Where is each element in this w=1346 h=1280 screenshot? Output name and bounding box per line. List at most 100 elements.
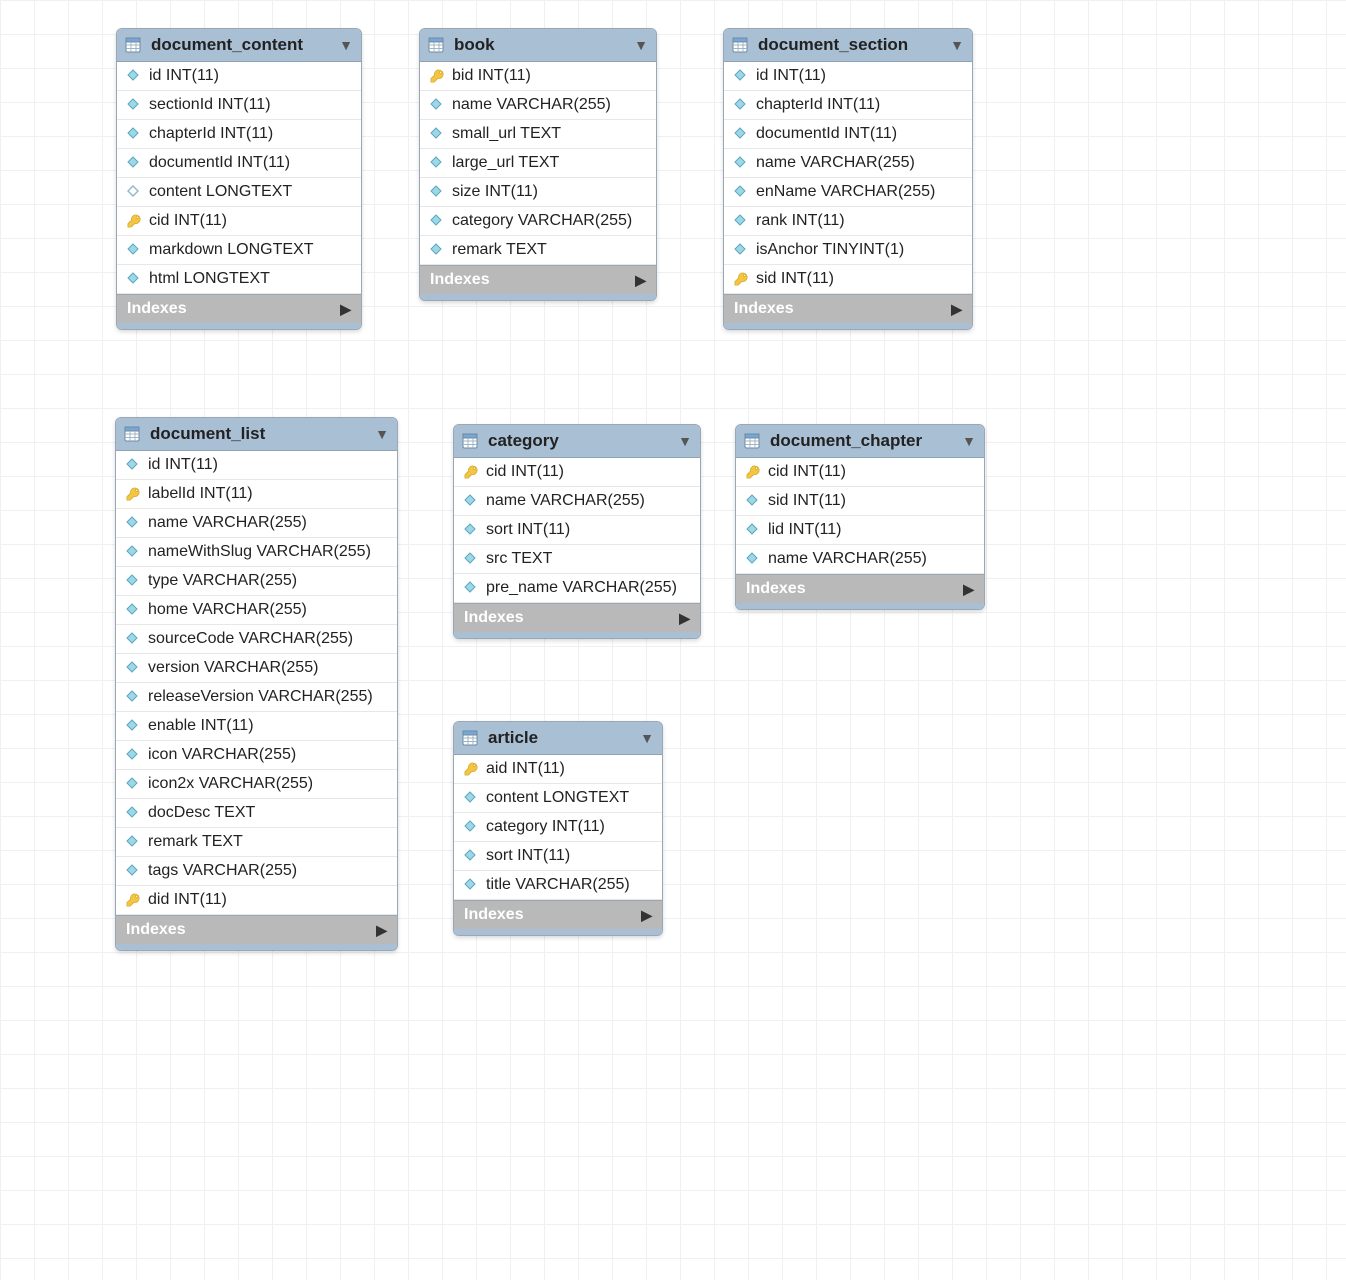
bottom-accent	[117, 323, 361, 329]
column-row[interactable]: isAnchor TINYINT(1)	[724, 236, 972, 265]
column-row[interactable]: icon2x VARCHAR(255)	[116, 770, 397, 799]
column-row[interactable]: id INT(11)	[117, 62, 361, 91]
column-row[interactable]: small_url TEXT	[420, 120, 656, 149]
column-row[interactable]: enName VARCHAR(255)	[724, 178, 972, 207]
indexes-section[interactable]: Indexes▶	[736, 574, 984, 603]
collapse-icon[interactable]: ▼	[640, 730, 654, 746]
expand-arrow-icon[interactable]: ▶	[376, 922, 387, 939]
column-row[interactable]: sid INT(11)	[736, 487, 984, 516]
indexes-section[interactable]: Indexes▶	[724, 294, 972, 323]
column-row[interactable]: releaseVersion VARCHAR(255)	[116, 683, 397, 712]
column-row[interactable]: title VARCHAR(255)	[454, 871, 662, 900]
column-row[interactable]: documentId INT(11)	[117, 149, 361, 178]
diamond-icon	[430, 214, 444, 228]
table-header[interactable]: document_section▼	[724, 29, 972, 62]
indexes-section[interactable]: Indexes▶	[454, 603, 700, 632]
column-row[interactable]: id INT(11)	[724, 62, 972, 91]
column-label: sid INT(11)	[768, 492, 846, 510]
column-row[interactable]: content LONGTEXT	[117, 178, 361, 207]
column-row[interactable]: chapterId INT(11)	[117, 120, 361, 149]
expand-arrow-icon[interactable]: ▶	[951, 301, 962, 318]
collapse-icon[interactable]: ▼	[962, 433, 976, 449]
column-row[interactable]: rank INT(11)	[724, 207, 972, 236]
column-row[interactable]: name VARCHAR(255)	[724, 149, 972, 178]
column-row[interactable]: name VARCHAR(255)	[420, 91, 656, 120]
column-row[interactable]: remark TEXT	[116, 828, 397, 857]
column-row[interactable]: sectionId INT(11)	[117, 91, 361, 120]
column-row[interactable]: lid INT(11)	[736, 516, 984, 545]
column-row[interactable]: html LONGTEXT	[117, 265, 361, 294]
db-table-book[interactable]: book▼bid INT(11)name VARCHAR(255)small_u…	[419, 28, 657, 301]
column-row[interactable]: home VARCHAR(255)	[116, 596, 397, 625]
column-row[interactable]: remark TEXT	[420, 236, 656, 265]
db-table-article[interactable]: article▼aid INT(11)content LONGTEXTcateg…	[453, 721, 663, 936]
indexes-section[interactable]: Indexes▶	[454, 900, 662, 929]
column-row[interactable]: large_url TEXT	[420, 149, 656, 178]
expand-arrow-icon[interactable]: ▶	[641, 907, 652, 924]
expand-arrow-icon[interactable]: ▶	[679, 610, 690, 627]
diamond-icon	[127, 98, 141, 112]
column-row[interactable]: content LONGTEXT	[454, 784, 662, 813]
db-table-document_section[interactable]: document_section▼id INT(11)chapterId INT…	[723, 28, 973, 330]
column-row[interactable]: aid INT(11)	[454, 755, 662, 784]
table-title: document_content	[151, 35, 339, 55]
table-header[interactable]: document_content▼	[117, 29, 361, 62]
column-row[interactable]: cid INT(11)	[454, 458, 700, 487]
indexes-section[interactable]: Indexes▶	[117, 294, 361, 323]
expand-arrow-icon[interactable]: ▶	[635, 272, 646, 289]
column-row[interactable]: sort INT(11)	[454, 842, 662, 871]
db-table-category[interactable]: category▼cid INT(11)name VARCHAR(255)sor…	[453, 424, 701, 639]
column-label: tags VARCHAR(255)	[148, 862, 297, 880]
diamond-icon	[430, 243, 444, 257]
column-row[interactable]: cid INT(11)	[117, 207, 361, 236]
table-header[interactable]: article▼	[454, 722, 662, 755]
column-row[interactable]: markdown LONGTEXT	[117, 236, 361, 265]
column-row[interactable]: cid INT(11)	[736, 458, 984, 487]
column-label: category VARCHAR(255)	[452, 212, 632, 230]
column-row[interactable]: sourceCode VARCHAR(255)	[116, 625, 397, 654]
db-table-document_list[interactable]: document_list▼id INT(11)labelId INT(11)n…	[115, 417, 398, 951]
table-header[interactable]: document_list▼	[116, 418, 397, 451]
collapse-icon[interactable]: ▼	[678, 433, 692, 449]
column-row[interactable]: name VARCHAR(255)	[736, 545, 984, 574]
bottom-accent	[454, 929, 662, 935]
column-row[interactable]: enable INT(11)	[116, 712, 397, 741]
column-row[interactable]: docDesc TEXT	[116, 799, 397, 828]
table-header[interactable]: book▼	[420, 29, 656, 62]
collapse-icon[interactable]: ▼	[375, 426, 389, 442]
column-row[interactable]: bid INT(11)	[420, 62, 656, 91]
column-row[interactable]: nameWithSlug VARCHAR(255)	[116, 538, 397, 567]
column-row[interactable]: version VARCHAR(255)	[116, 654, 397, 683]
column-row[interactable]: pre_name VARCHAR(255)	[454, 574, 700, 603]
column-row[interactable]: chapterId INT(11)	[724, 91, 972, 120]
collapse-icon[interactable]: ▼	[950, 37, 964, 53]
column-row[interactable]: documentId INT(11)	[724, 120, 972, 149]
expand-arrow-icon[interactable]: ▶	[340, 301, 351, 318]
column-row[interactable]: id INT(11)	[116, 451, 397, 480]
table-icon	[125, 37, 141, 53]
column-row[interactable]: sid INT(11)	[724, 265, 972, 294]
db-table-document_chapter[interactable]: document_chapter▼cid INT(11) sid INT(11) l…	[735, 424, 985, 610]
collapse-icon[interactable]: ▼	[339, 37, 353, 53]
bottom-accent	[724, 323, 972, 329]
column-row[interactable]: src TEXT	[454, 545, 700, 574]
db-table-document_content[interactable]: document_content▼id INT(11)sectionId INT…	[116, 28, 362, 330]
collapse-icon[interactable]: ▼	[634, 37, 648, 53]
column-row[interactable]: category VARCHAR(255)	[420, 207, 656, 236]
expand-arrow-icon[interactable]: ▶	[963, 581, 974, 598]
column-row[interactable]: size INT(11)	[420, 178, 656, 207]
table-header[interactable]: category▼	[454, 425, 700, 458]
column-row[interactable]: labelId INT(11)	[116, 480, 397, 509]
table-header[interactable]: document_chapter▼	[736, 425, 984, 458]
column-row[interactable]: tags VARCHAR(255)	[116, 857, 397, 886]
column-row[interactable]: name VARCHAR(255)	[454, 487, 700, 516]
column-row[interactable]: icon VARCHAR(255)	[116, 741, 397, 770]
column-row[interactable]: type VARCHAR(255)	[116, 567, 397, 596]
column-row[interactable]: did INT(11)	[116, 886, 397, 915]
column-row[interactable]: name VARCHAR(255)	[116, 509, 397, 538]
er-diagram-canvas[interactable]: document_content▼id INT(11)sectionId INT…	[0, 0, 1346, 1280]
indexes-section[interactable]: Indexes▶	[420, 265, 656, 294]
column-row[interactable]: category INT(11)	[454, 813, 662, 842]
indexes-section[interactable]: Indexes▶	[116, 915, 397, 944]
column-row[interactable]: sort INT(11)	[454, 516, 700, 545]
